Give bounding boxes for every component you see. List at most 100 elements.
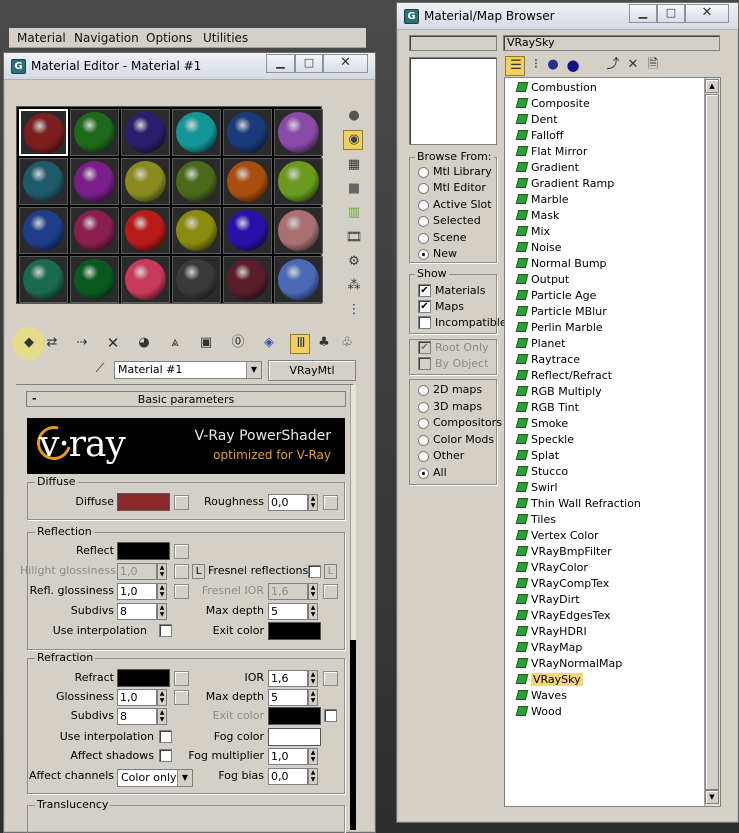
close-button[interactable]: ✕ (685, 4, 729, 23)
basic-parameters-rollout[interactable]: - Basic parameters (26, 391, 346, 407)
list-item[interactable]: Noise (515, 240, 562, 256)
material-name-combo[interactable]: Material #1 ▼ (114, 361, 262, 379)
diffuse-color-swatch[interactable] (117, 493, 170, 511)
list-item[interactable]: VRayEdgesTex (515, 608, 611, 624)
list-item[interactable]: Splat (515, 448, 559, 464)
show-option-checkbox[interactable] (418, 316, 431, 329)
browse-from-option-radio[interactable] (418, 167, 429, 178)
list-item[interactable]: Tiles (515, 512, 556, 528)
sample-slot[interactable] (121, 109, 170, 156)
hilight-lock-button[interactable]: L (192, 564, 205, 579)
hilight-glossiness-spinner[interactable]: ▲ ▼ (157, 563, 167, 580)
show-option-checkbox[interactable]: ✔ (418, 300, 431, 313)
reflect-color-swatch[interactable] (117, 542, 170, 560)
refract-map-button[interactable] (174, 671, 189, 686)
reflection-subdivs-input[interactable]: 8 (117, 603, 157, 620)
sample-slot[interactable] (19, 207, 68, 254)
video-color-check-icon[interactable]: ▥ (343, 203, 363, 223)
sample-slot[interactable] (121, 158, 170, 205)
list-item[interactable]: Perlin Marble (515, 320, 603, 336)
param-panel-scroll-thumb[interactable] (350, 640, 356, 830)
refraction-exit-color-swatch[interactable] (268, 707, 321, 725)
sample-slot[interactable] (274, 109, 323, 156)
select-by-material-icon[interactable]: ⁂ (343, 276, 363, 296)
assign-material-icon[interactable]: ⇢ (72, 334, 92, 354)
delete-from-library-icon[interactable]: ✕ (623, 56, 643, 76)
reflect-map-button[interactable] (174, 544, 189, 559)
list-item[interactable]: Wood (515, 704, 562, 720)
list-item[interactable]: RGB Tint (515, 400, 579, 416)
close-button[interactable]: ✕ (323, 54, 368, 73)
list-item[interactable]: Planet (515, 336, 565, 352)
scroll-down-icon[interactable]: ▼ (705, 790, 719, 804)
fresnel-ior-input[interactable]: 1,6 (268, 583, 308, 600)
list-item[interactable]: Reflect/Refract (515, 368, 612, 384)
list-item[interactable]: Gradient (515, 160, 579, 176)
scroll-up-icon[interactable]: ▲ (705, 79, 719, 93)
sample-slot[interactable] (70, 207, 119, 254)
list-item[interactable]: Stucco (515, 464, 568, 480)
sample-slot[interactable] (223, 109, 272, 156)
fog-bias-spinner[interactable]: ▲ ▼ (308, 768, 318, 785)
sample-slot[interactable] (70, 256, 119, 303)
list-item[interactable]: Thin Wall Refraction (515, 496, 641, 512)
list-item[interactable]: VRayColor (515, 560, 588, 576)
list-item[interactable]: Mask (515, 208, 559, 224)
clear-material-library-icon[interactable]: 🗎 (643, 56, 663, 76)
background-checker-icon[interactable]: ▦ (343, 155, 363, 175)
map-filter-option-radio[interactable] (418, 401, 429, 413)
list-item[interactable]: Vertex Color (515, 528, 599, 544)
list-item[interactable]: Speckle (515, 432, 574, 448)
list-scrollbar[interactable]: ▲ ▼ (704, 78, 720, 806)
roughness-input[interactable]: 0,0 (268, 494, 308, 511)
fresnel-lock-button[interactable]: L (324, 564, 337, 579)
hilight-glossiness-input[interactable]: 1,0 (117, 563, 157, 580)
menu-utilities[interactable]: Utilities (203, 31, 248, 45)
view-large-icons-icon[interactable]: ● (563, 56, 583, 76)
menu-material[interactable]: Material (17, 31, 66, 45)
fresnel-ior-map-button[interactable] (323, 584, 338, 599)
material-effects-channel-icon[interactable]: ⓪ (228, 334, 248, 354)
list-item[interactable]: Composite (515, 96, 590, 112)
maximize-button[interactable]: □ (295, 54, 323, 73)
browser-name-field[interactable]: VRaySky (503, 35, 720, 51)
refraction-glossiness-map-button[interactable] (174, 690, 189, 705)
material-editor-titlebar[interactable]: G Material Editor - Material #1 ▁ □ ✕ (4, 53, 375, 80)
sample-type-sphere-icon[interactable]: ● (343, 106, 363, 126)
sample-slot[interactable] (19, 158, 68, 205)
list-item[interactable]: Dent (515, 112, 558, 128)
sample-slot[interactable] (172, 109, 221, 156)
fog-color-swatch[interactable] (268, 728, 321, 746)
options-icon[interactable]: ⚙ (343, 252, 363, 272)
affect-channels-combo[interactable]: Color only ▼ (117, 769, 193, 787)
refraction-max-depth-input[interactable]: 5 (268, 689, 308, 706)
make-preview-icon[interactable]: 🎞 (343, 228, 363, 248)
refl-glossiness-spinner[interactable]: ▲ ▼ (157, 583, 167, 600)
list-item[interactable]: Marble (515, 192, 569, 208)
sample-uv-tiling-icon[interactable]: ■ (343, 179, 363, 199)
sample-slot[interactable] (121, 207, 170, 254)
sample-slot[interactable] (172, 207, 221, 254)
go-to-parent-icon[interactable]: ♣ (314, 334, 334, 354)
ior-input[interactable]: 1,6 (268, 670, 308, 687)
list-item[interactable]: Gradient Ramp (515, 176, 614, 192)
map-filter-option-radio[interactable] (418, 468, 429, 479)
list-item[interactable]: VRayNormalMap (515, 656, 622, 672)
browser-filter-field[interactable] (409, 35, 497, 51)
get-material-icon[interactable]: ◆ (19, 334, 39, 354)
minimize-button[interactable]: ▁ (266, 54, 295, 73)
hilight-map-button[interactable] (174, 564, 189, 579)
refraction-exit-color-checkbox[interactable] (324, 709, 337, 722)
go-forward-to-sibling-icon[interactable]: ♧ (337, 334, 357, 354)
sample-slot[interactable] (274, 207, 323, 254)
list-item[interactable]: VRayMap (515, 640, 582, 656)
list-item[interactable]: VRayHDRI (515, 624, 587, 640)
list-item[interactable]: Output (515, 272, 569, 288)
fog-bias-input[interactable]: 0,0 (268, 768, 308, 785)
make-unique-icon[interactable]: ⩓ (165, 334, 185, 354)
sample-slot[interactable] (274, 158, 323, 205)
affect-shadows-checkbox[interactable] (159, 749, 172, 762)
update-scene-materials-icon[interactable]: ⤴ (603, 56, 623, 76)
sample-slot[interactable] (172, 256, 221, 303)
browse-from-option-radio[interactable] (418, 232, 429, 244)
